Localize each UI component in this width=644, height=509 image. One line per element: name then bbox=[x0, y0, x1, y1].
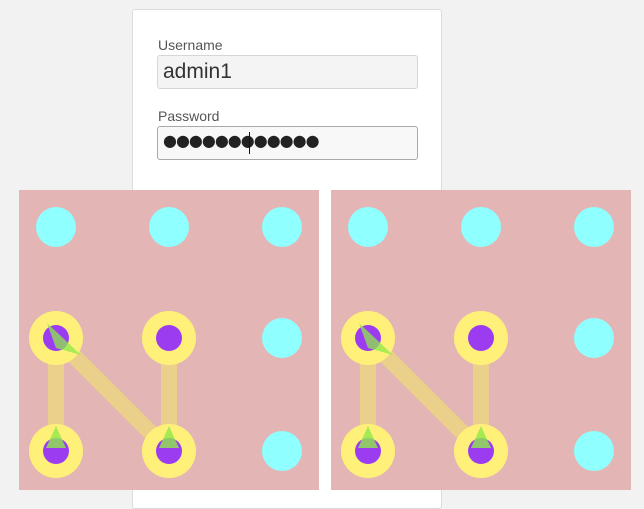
pattern-dot-top-right[interactable] bbox=[262, 207, 302, 247]
pattern-dot-top-right[interactable] bbox=[574, 207, 614, 247]
pattern-dot-bottom-left[interactable] bbox=[29, 424, 83, 478]
pattern-dot-bottom-left[interactable] bbox=[341, 424, 395, 478]
pattern-dot-top-center[interactable] bbox=[461, 207, 501, 247]
pattern-dot-middle-center[interactable] bbox=[142, 311, 196, 365]
pattern-dot-bottom-right[interactable] bbox=[574, 431, 614, 471]
pattern-grid-1 bbox=[29, 207, 302, 478]
pattern-dot-bottom-right[interactable] bbox=[262, 431, 302, 471]
password-input[interactable]: ●●●●●●●●●●●● bbox=[157, 126, 418, 160]
pattern-dot-bottom-center[interactable] bbox=[454, 424, 508, 478]
pattern-dot-middle-right[interactable] bbox=[262, 318, 302, 358]
pattern-dot-middle-right[interactable] bbox=[574, 318, 614, 358]
pattern-dot-bottom-center[interactable] bbox=[142, 424, 196, 478]
text-caret bbox=[249, 132, 250, 154]
pattern-lock-panel-2[interactable] bbox=[331, 190, 631, 490]
pattern-dot-middle-left[interactable] bbox=[29, 311, 83, 365]
pattern-dot-top-left[interactable] bbox=[348, 207, 388, 247]
pattern-dot-middle-center[interactable] bbox=[454, 311, 508, 365]
pattern-lock-panel-1[interactable] bbox=[19, 190, 319, 490]
pattern-dot-middle-left[interactable] bbox=[341, 311, 395, 365]
password-label: Password bbox=[158, 108, 220, 124]
password-mask: ●●●●●●●●●●●● bbox=[163, 131, 320, 150]
username-label: Username bbox=[158, 37, 223, 53]
username-input[interactable]: admin1 bbox=[157, 55, 418, 89]
pattern-dot-top-center[interactable] bbox=[149, 207, 189, 247]
pattern-grid-2 bbox=[341, 207, 614, 478]
pattern-dot-top-left[interactable] bbox=[36, 207, 76, 247]
username-value: admin1 bbox=[163, 60, 232, 83]
